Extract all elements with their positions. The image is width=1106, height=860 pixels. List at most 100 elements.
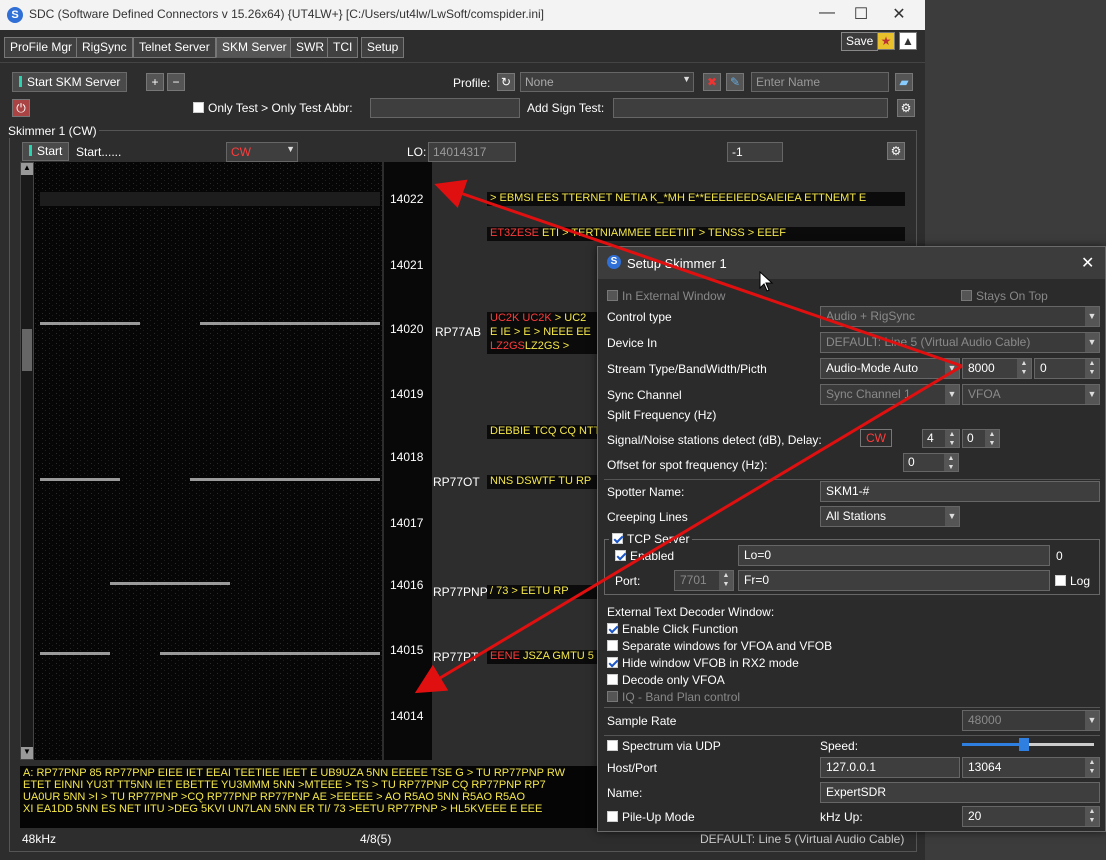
maximize-button[interactable]: ☐ [846, 4, 876, 24]
close-button[interactable]: ✕ [884, 4, 914, 24]
scroll-down-icon[interactable]: ▼ [21, 747, 33, 759]
stays-on-top-checkbox [961, 290, 972, 301]
port-spinbox[interactable]: 7701 ▲ ▼ [674, 570, 734, 591]
decoder-line[interactable]: E IE > E > NEEE EE [487, 326, 597, 340]
host-input[interactable]: 127.0.0.1 [820, 757, 960, 778]
stream-type-select[interactable]: Audio-Mode Auto ▼ [820, 358, 960, 379]
skimmer-settings-gear-icon[interactable]: ⚙ [887, 142, 905, 160]
add-icon[interactable]: + [146, 73, 164, 91]
spin-arrows-icon[interactable]: ▲ ▼ [719, 571, 733, 590]
snr-spinbox[interactable]: 4 ▲ ▼ [922, 429, 960, 448]
pile-up-option[interactable]: Pile-Up Mode [607, 810, 695, 824]
settings-gear-icon[interactable]: ⚙ [897, 99, 915, 117]
tab-profile-mgr[interactable]: ProFile Mgr [4, 37, 79, 58]
offset-spot-value: 0 [908, 455, 915, 469]
name-input[interactable]: ExpertSDR [820, 782, 1100, 803]
offset-input[interactable]: -1 [727, 142, 783, 162]
edit-profile-icon[interactable]: ✎ [726, 73, 744, 91]
enabled-checkbox[interactable] [615, 550, 626, 561]
tab-skm-server[interactable]: SKM Server [216, 37, 293, 58]
spot-callsign[interactable]: RP77AB [435, 325, 481, 339]
bandwidth-spinbox[interactable]: 8000 ▲ ▼ [962, 358, 1032, 379]
profile-select[interactable]: None ▼ [520, 72, 694, 92]
start-skm-server-button[interactable]: Start SKM Server [12, 72, 128, 92]
spin-arrows-icon[interactable]: ▲ ▼ [1085, 359, 1099, 378]
skimmer-start-button[interactable]: Start [22, 142, 70, 161]
decoder-line[interactable]: > EBMSI EES TTERNET NETIA K_*MH E**EEEEI… [487, 192, 905, 206]
creeping-lines-select[interactable]: All Stations ▼ [820, 506, 960, 527]
power-icon[interactable]: ⏻ [12, 99, 30, 117]
enabled-option[interactable]: Enabled [615, 549, 674, 563]
spin-arrows-icon[interactable]: ▲ ▼ [1085, 758, 1099, 777]
in-external-option: In External Window [607, 289, 725, 303]
log-option[interactable]: Log [1055, 574, 1090, 588]
pitch-spinbox[interactable]: 0 ▲ ▼ [1034, 358, 1100, 379]
sample-rate-value: 48000 [968, 713, 1002, 727]
mode-select[interactable]: CW ▼ [226, 142, 298, 162]
spin-arrows-icon[interactable]: ▲ ▼ [945, 430, 959, 447]
offset-spot-spinbox[interactable]: 0 ▲ ▼ [903, 453, 959, 472]
scrollbar-thumb[interactable] [22, 329, 32, 371]
tcp-server-checkbox[interactable] [612, 533, 623, 544]
pile-up-checkbox[interactable] [607, 811, 618, 822]
tab-swr[interactable]: SWR [290, 37, 330, 58]
only-test-abbr-input[interactable] [370, 98, 520, 118]
delay-spinbox[interactable]: 0 ▲ ▼ [962, 429, 1000, 448]
lo-filter-input[interactable]: Lo=0 [738, 545, 1050, 566]
decode-only-vfoa-option[interactable]: Decode only VFOA [607, 673, 725, 687]
tab-telnet-server[interactable]: Telnet Server [133, 37, 216, 58]
host-port-spinbox[interactable]: 13064 ▲ ▼ [962, 757, 1100, 778]
speed-slider-thumb[interactable] [1019, 738, 1029, 751]
log-checkbox[interactable] [1055, 575, 1066, 586]
decoder-line[interactable]: DEBBIE TCQ CQ NTT [487, 425, 597, 439]
spin-arrows-icon[interactable]: ▲ ▼ [944, 454, 958, 471]
snr-mode-button[interactable]: CW [860, 429, 892, 447]
spotter-name-input[interactable]: SKM1-# [820, 481, 1100, 502]
hide-vfob-option[interactable]: Hide window VFOB in RX2 mode [607, 656, 799, 670]
fr-filter-input[interactable]: Fr=0 [738, 570, 1050, 591]
speed-slider[interactable] [962, 738, 1094, 751]
spin-arrows-icon[interactable]: ▲ ▼ [985, 430, 999, 447]
decoder-line[interactable]: EENE JSZA GMTU 5 [487, 650, 597, 664]
spot-callsign[interactable]: RP77PNP [433, 585, 488, 599]
decode-only-vfoa-checkbox[interactable] [607, 674, 618, 685]
decoder-line[interactable]: UC2K UC2K > UC2 [487, 312, 597, 326]
dialog-close-icon[interactable]: ✕ [1081, 253, 1094, 273]
enable-click-option[interactable]: Enable Click Function [607, 622, 738, 636]
hide-vfob-checkbox[interactable] [607, 657, 618, 668]
spin-arrows-icon[interactable]: ▲ ▼ [1017, 359, 1031, 378]
spin-arrows-icon[interactable]: ▲ ▼ [1085, 807, 1099, 826]
only-test-option[interactable]: Only Test > Only Test Abbr: [193, 101, 353, 115]
waterfall-scrollbar[interactable]: ▲ ▼ [20, 162, 34, 760]
separate-windows-checkbox[interactable] [607, 640, 618, 651]
tab-tci[interactable]: TCI [327, 37, 359, 58]
lo-input[interactable]: 14014317 [428, 142, 516, 162]
spectrum-udp-checkbox[interactable] [607, 740, 618, 751]
minimize-button[interactable]: — [812, 4, 842, 22]
tab-rigsync[interactable]: RigSync [76, 37, 133, 58]
decoder-line[interactable]: NNS DSWTF TU RP [487, 475, 597, 489]
save-button[interactable]: Save [841, 32, 879, 51]
spot-callsign[interactable]: RP77PT [433, 650, 478, 664]
separate-windows-option[interactable]: Separate windows for VFOA and VFOB [607, 639, 832, 653]
enter-name-input[interactable]: Enter Name [751, 72, 889, 92]
waterfall-display[interactable] [20, 162, 382, 760]
open-folder-icon[interactable]: ▰ [895, 73, 913, 91]
tab-setup[interactable]: Setup [361, 37, 405, 58]
remove-icon[interactable]: − [167, 73, 185, 91]
only-test-checkbox[interactable] [193, 102, 204, 113]
refresh-icon[interactable]: ↻ [497, 73, 515, 91]
scroll-up-icon[interactable]: ▲ [21, 163, 33, 175]
spot-callsign[interactable]: RP77OT [433, 475, 480, 489]
spectrum-udp-option[interactable]: Spectrum via UDP [607, 739, 721, 753]
bookmark-icon[interactable]: ▲ [899, 32, 917, 50]
star-icon[interactable]: ★ [877, 32, 895, 50]
enable-click-checkbox[interactable] [607, 623, 618, 634]
decoder-line[interactable]: ET3ZESE ETI > TERTNIAMMEE EEETIIT > TENS… [487, 227, 905, 241]
khz-up-spinbox[interactable]: 20 ▲ ▼ [962, 806, 1100, 827]
decoder-line[interactable]: / 73 > EETU RP [487, 585, 597, 599]
decoder-line[interactable]: LZ2GSLZ2GS > [487, 340, 597, 354]
delete-profile-icon[interactable]: ✖ [703, 73, 721, 91]
add-sign-input[interactable] [613, 98, 888, 118]
tcp-server-option[interactable]: TCP Server [609, 532, 693, 546]
